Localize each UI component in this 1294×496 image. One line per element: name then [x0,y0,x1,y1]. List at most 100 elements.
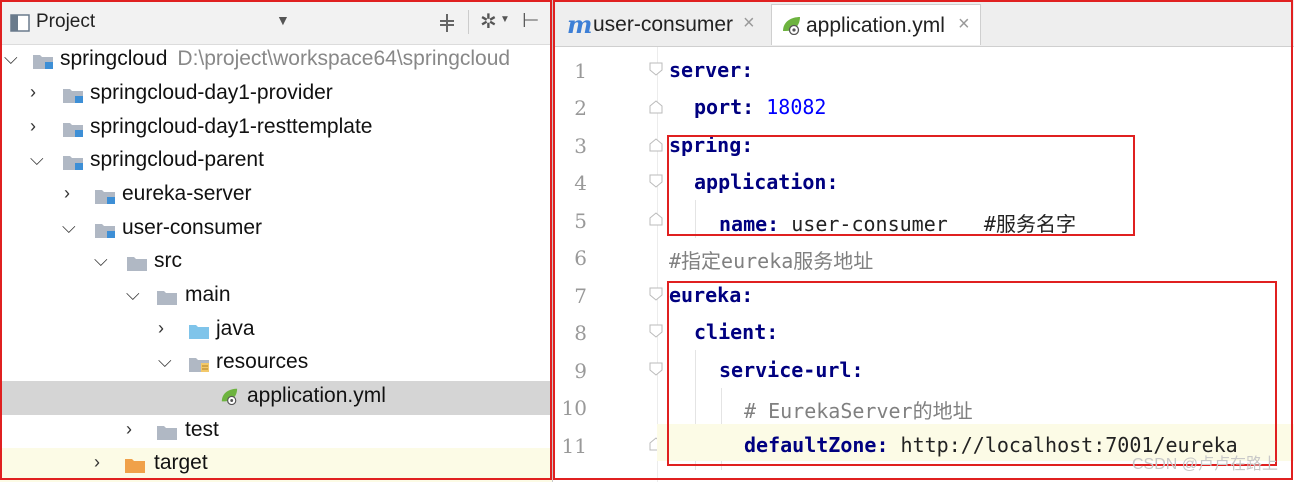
chevron-right-icon[interactable]: › [94,452,110,474]
m-icon: m [567,10,593,39]
line-number: 10 [561,396,587,420]
tree-item-springcloud-day1-resttemplate[interactable]: › springcloud-day1-resttemplate [0,112,552,146]
view-dropdown-icon[interactable]: ▼ [276,12,290,28]
module-folder-icon [63,89,83,103]
tree-item-main[interactable]: ⌵ main [0,280,552,314]
yaml-key: defaultZone: [744,433,889,457]
tree-item-springcloud-parent[interactable]: ⌵ springcloud-parent [0,145,552,179]
line-number: 11 [561,434,587,458]
fold-end-icon[interactable] [649,100,663,114]
module-folder-icon [95,224,115,238]
chevron-right-icon[interactable]: › [30,82,46,104]
tree-item-springcloud-day1-provider[interactable]: › springcloud-day1-provider [0,78,552,112]
tree-item-application-yml[interactable]: application.yml [0,381,552,415]
collapse-all-icon[interactable] [438,14,456,32]
fold-open-icon[interactable] [649,287,663,301]
line-number: 8 [574,321,587,345]
tree-item-label: test [185,418,219,441]
chevron-right-icon[interactable]: › [30,116,46,138]
yaml-key: name: [719,212,780,236]
project-panel-title[interactable]: Project [36,11,95,33]
chevron-right-icon[interactable]: › [64,183,80,205]
gear-icon[interactable]: ✲ [480,9,497,34]
code-line[interactable]: application: [694,170,839,207]
yaml-comment: # EurekaServer的地址 [744,399,973,423]
editor-tab-bar: m user-consumer × application.yml × [553,0,1294,47]
fold-end-icon[interactable] [649,138,663,152]
fold-open-icon[interactable] [649,324,663,338]
code-line[interactable]: #指定eureka服务地址 [669,245,873,282]
watermark: CSDN @卢卢在路上 [1131,456,1278,473]
chevron-down-icon[interactable]: ⌵ [94,250,110,272]
editor-panel: m user-consumer × application.yml × 1 2 … [552,0,1294,482]
chevron-down-icon[interactable]: ⌵ [4,48,20,70]
tree-item-eureka-server[interactable]: › eureka-server [0,179,552,213]
yaml-key: eureka: [669,283,754,307]
project-view-icon[interactable] [10,14,30,32]
tree-item-springcloud[interactable]: ⌵ springcloud D:\project\workspace64\spri… [0,44,552,78]
line-number: 9 [574,359,587,383]
yaml-key: service-url: [719,358,864,382]
module-folder-icon [63,156,83,170]
folder-icon [127,257,147,271]
fold-open-icon[interactable] [649,174,663,188]
resources-folder-icon [189,358,209,372]
tree-item-java[interactable]: › java [0,314,552,348]
tree-item-label: eureka-server [122,182,252,205]
fold-open-icon[interactable] [649,62,663,76]
tree-item-label: springcloud-parent [90,148,264,171]
code-line[interactable]: port: 18082 [694,95,826,132]
yaml-value: user-consumer #服务名字 [779,212,1076,236]
yaml-comment: #指定eureka服务地址 [669,249,874,273]
chevron-down-icon[interactable]: ⌵ [158,351,174,373]
code-line[interactable]: name: user-consumer #服务名字 [719,208,1076,245]
fold-open-icon[interactable] [649,362,663,376]
code-line[interactable]: server: [669,58,753,95]
project-panel: Project ▼ ✲ ▼ ⊢ ⌵ springcloud D:\project\… [0,0,552,482]
tree-item-label: java [216,317,255,340]
tree-item-resources[interactable]: ⌵ resources [0,347,552,381]
source-folder-icon [189,325,209,339]
spring-yml-icon [783,17,800,35]
line-number: 6 [574,246,587,270]
module-folder-icon [63,123,83,137]
tree-item-path: D:\project\workspace64\springcloud [177,47,511,70]
line-number: 4 [574,171,587,195]
folder-icon [157,426,177,440]
line-number: 7 [574,284,587,308]
close-icon[interactable]: × [743,12,755,35]
chevron-right-icon[interactable]: › [158,318,174,340]
tab-label: application.yml [806,14,945,37]
tab-application-yml[interactable]: application.yml × [771,4,981,45]
code-line[interactable]: spring: [669,133,753,170]
line-number: 2 [574,96,587,120]
tree-item-label: springcloud [60,47,168,70]
tab-label: user-consumer [593,13,734,36]
tree-item-src[interactable]: ⌵ src [0,246,552,280]
code-line[interactable]: service-url: [719,358,864,395]
project-panel-header: Project ▼ ✲ ▼ ⊢ [0,0,552,45]
gear-dropdown-icon[interactable]: ▼ [500,14,510,25]
tree-item-label: main [185,283,231,306]
tab-user-consumer[interactable]: m user-consumer × [561,4,765,44]
chevron-right-icon[interactable]: › [126,419,142,441]
code-line[interactable]: eureka: [669,283,753,320]
tree-item-label: user-consumer [122,216,263,239]
tree-item-label: springcloud-day1-provider [90,81,333,104]
tree-item-label: target [154,451,208,474]
chevron-down-icon[interactable]: ⌵ [126,284,142,306]
tree-item-test[interactable]: › test [0,415,552,449]
code-line[interactable]: client: [694,320,778,357]
tree-item-label: application.yml [247,384,386,407]
line-number: 1 [574,59,587,83]
hide-panel-icon[interactable]: ⊢ [522,8,539,33]
tree-item-user-consumer[interactable]: ⌵ user-consumer [0,213,552,247]
line-number: 5 [574,209,587,233]
tree-item-target[interactable]: › target [0,448,552,482]
yaml-key: server: [669,58,754,82]
tree-item-label: src [154,249,182,272]
close-icon[interactable]: × [958,13,970,36]
fold-end-icon[interactable] [649,212,663,226]
chevron-down-icon[interactable]: ⌵ [62,217,78,239]
chevron-down-icon[interactable]: ⌵ [30,149,46,171]
